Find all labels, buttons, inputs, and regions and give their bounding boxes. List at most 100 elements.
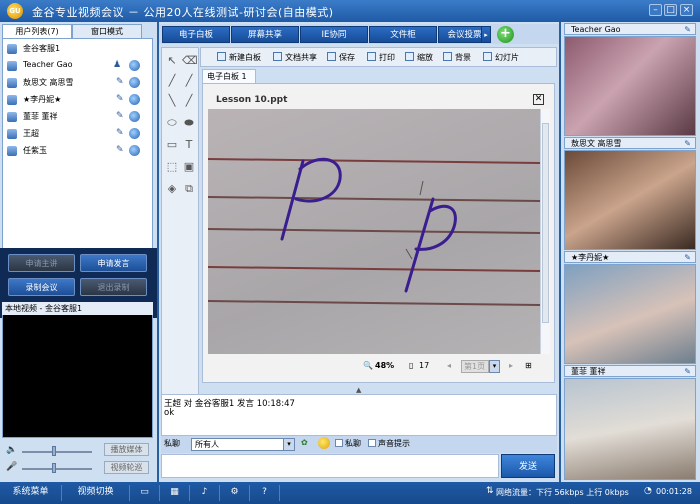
apply-host-button[interactable]: 申请主讲 — [8, 254, 75, 272]
marker-icon[interactable]: ╱ — [182, 74, 196, 88]
splitter-handle-icon[interactable]: ▲ — [356, 386, 361, 394]
tab-user-list[interactable]: 用户列表(7) — [2, 24, 72, 38]
message-input[interactable] — [161, 454, 499, 478]
share-document-button[interactable]: 文档共享 — [273, 52, 317, 63]
sound-alert-option[interactable]: 声音提示 — [368, 438, 410, 449]
monitor-icon[interactable]: ▭ — [130, 485, 160, 501]
tab-file-cabinet[interactable]: 文件柜 — [369, 26, 437, 43]
system-menu-button[interactable]: 系统菜单 — [0, 485, 62, 501]
microphone-icon: ✎ — [684, 25, 691, 34]
video-feed-student-1[interactable] — [564, 150, 696, 250]
recipient-select[interactable]: 所有人 ▾ — [191, 438, 295, 451]
user-row[interactable]: 敖思文 高思雪 ✎ — [3, 75, 152, 91]
menu-scroll-right-icon[interactable]: ▸ — [481, 26, 491, 43]
screenshot-icon[interactable]: ⧉ — [182, 182, 196, 196]
video-user-name: 董菲 董祥 — [571, 367, 606, 376]
microphone-icon[interactable]: ✎ — [116, 145, 124, 155]
user-row[interactable]: Teacher Gao ♟ — [3, 58, 152, 74]
video-switch-button[interactable]: 视频切换 — [62, 485, 130, 501]
user-row[interactable]: 金谷客服1 — [3, 41, 152, 57]
record-meeting-button[interactable]: 录制会议 — [8, 278, 75, 296]
tab-screen-share[interactable]: 屏幕共享 — [231, 26, 299, 43]
video-feed-student-3[interactable] — [564, 378, 696, 480]
settings-icon[interactable]: ⚙ — [220, 485, 250, 501]
microphone-icon[interactable]: ✎ — [116, 94, 124, 104]
mic-volume-slider[interactable] — [22, 468, 92, 470]
next-page-icon[interactable]: ▸ — [509, 361, 513, 370]
private-chat-option[interactable]: 私聊 — [335, 438, 361, 449]
microphone-icon[interactable]: ✎ — [116, 77, 124, 87]
page-select[interactable]: 第1页 — [461, 360, 489, 373]
select-icon[interactable]: ↖ — [165, 54, 179, 68]
mic-volume-handle[interactable] — [52, 463, 56, 473]
camera-icon[interactable] — [129, 111, 140, 122]
emoji-leaf-icon[interactable]: ✿ — [301, 438, 308, 447]
minimize-button[interactable]: – — [649, 4, 662, 16]
close-document-icon[interactable]: ✕ — [533, 94, 544, 105]
video-feed-teacher-gao[interactable] — [564, 36, 696, 136]
save-icon — [327, 52, 336, 61]
speaker-volume-handle[interactable] — [52, 446, 56, 456]
camera-icon[interactable] — [129, 77, 140, 88]
page-icon: ▯ — [409, 361, 414, 370]
smiley-icon[interactable] — [318, 437, 330, 449]
camera-icon[interactable] — [129, 145, 140, 156]
user-row[interactable]: 王超 ✎ — [3, 126, 152, 142]
play-media-button[interactable]: 播放媒体 — [104, 443, 149, 456]
tab-ie-collab[interactable]: IE协同 — [300, 26, 368, 43]
close-button[interactable]: × — [680, 4, 693, 16]
prev-page-icon[interactable]: ◂ — [447, 361, 451, 370]
scrollbar-thumb[interactable] — [542, 123, 549, 323]
camera-icon[interactable] — [129, 60, 140, 71]
sound-alert-checkbox[interactable] — [368, 439, 376, 447]
tab-whiteboard[interactable]: 电子白板 — [162, 26, 230, 43]
audio-icon[interactable]: ♪ — [190, 485, 220, 501]
user-row[interactable]: ★李丹妮★ ✎ — [3, 92, 152, 108]
eraser-icon[interactable]: ⌫ — [182, 54, 198, 68]
video-label: 董菲 董祥 ✎ — [564, 365, 696, 377]
fill-icon[interactable]: ◈ — [165, 182, 179, 196]
chevron-down-icon[interactable]: ▾ — [489, 360, 500, 373]
print-button[interactable]: 打印 — [367, 52, 395, 63]
background-button[interactable]: 背景 — [443, 52, 471, 63]
whiteboard-tab[interactable]: 电子白板 1 — [202, 69, 256, 83]
ellipse-icon[interactable]: ⬭ — [165, 116, 179, 130]
user-name: 金谷客服1 — [23, 44, 61, 53]
video-label: 敖思文 高思雪 ✎ — [564, 137, 696, 149]
tab-window-mode[interactable]: 窗口模式 — [72, 24, 142, 38]
apply-speak-button[interactable]: 申请发言 — [80, 254, 147, 272]
rectangle-icon[interactable]: ▭ — [165, 138, 179, 152]
new-whiteboard-button[interactable]: 新建白板 — [217, 52, 261, 63]
layout-icon[interactable]: ▦ — [160, 485, 190, 501]
send-button[interactable]: 发送 — [501, 454, 555, 478]
add-function-button[interactable]: + — [497, 26, 514, 43]
private-chat-checkbox[interactable] — [335, 439, 343, 447]
camera-icon[interactable] — [129, 128, 140, 139]
video-feed-student-2[interactable] — [564, 264, 696, 364]
line-icon[interactable]: ╲ — [165, 94, 179, 108]
page-count: 17 — [419, 361, 430, 370]
zoom-button[interactable]: 缩放 — [405, 52, 433, 63]
pen-icon[interactable]: ╱ — [165, 74, 179, 88]
maximize-button[interactable]: □ — [664, 4, 677, 16]
camera-icon[interactable] — [129, 94, 140, 105]
vertical-scrollbar[interactable] — [540, 109, 550, 354]
chevron-down-icon[interactable]: ▾ — [283, 439, 294, 450]
image-icon[interactable]: ▣ — [182, 160, 196, 174]
help-icon[interactable]: ? — [250, 485, 280, 501]
straight-line-icon[interactable]: ╱ — [182, 94, 196, 108]
text-icon[interactable]: T — [182, 138, 196, 152]
fit-page-icon[interactable]: ⊞ — [525, 361, 532, 370]
user-row[interactable]: 董菲 董祥 ✎ — [3, 109, 152, 125]
speaker-volume-slider[interactable] — [22, 451, 92, 453]
microphone-icon[interactable]: ✎ — [116, 111, 124, 121]
microphone-icon[interactable]: ✎ — [116, 128, 124, 138]
video-rotate-button[interactable]: 视频轮巡 — [104, 461, 149, 474]
slideshow-button[interactable]: 幻灯片 — [483, 52, 519, 63]
area-select-icon[interactable]: ⬚ — [165, 160, 179, 174]
save-button[interactable]: 保存 — [327, 52, 355, 63]
network-traffic: 网络流量：下行 56kbps 上行 0kbps — [496, 488, 629, 497]
exit-record-button[interactable]: 退出录制 — [80, 278, 147, 296]
user-row[interactable]: 任紫玉 ✎ — [3, 143, 152, 159]
filled-ellipse-icon[interactable]: ⬬ — [182, 116, 196, 130]
